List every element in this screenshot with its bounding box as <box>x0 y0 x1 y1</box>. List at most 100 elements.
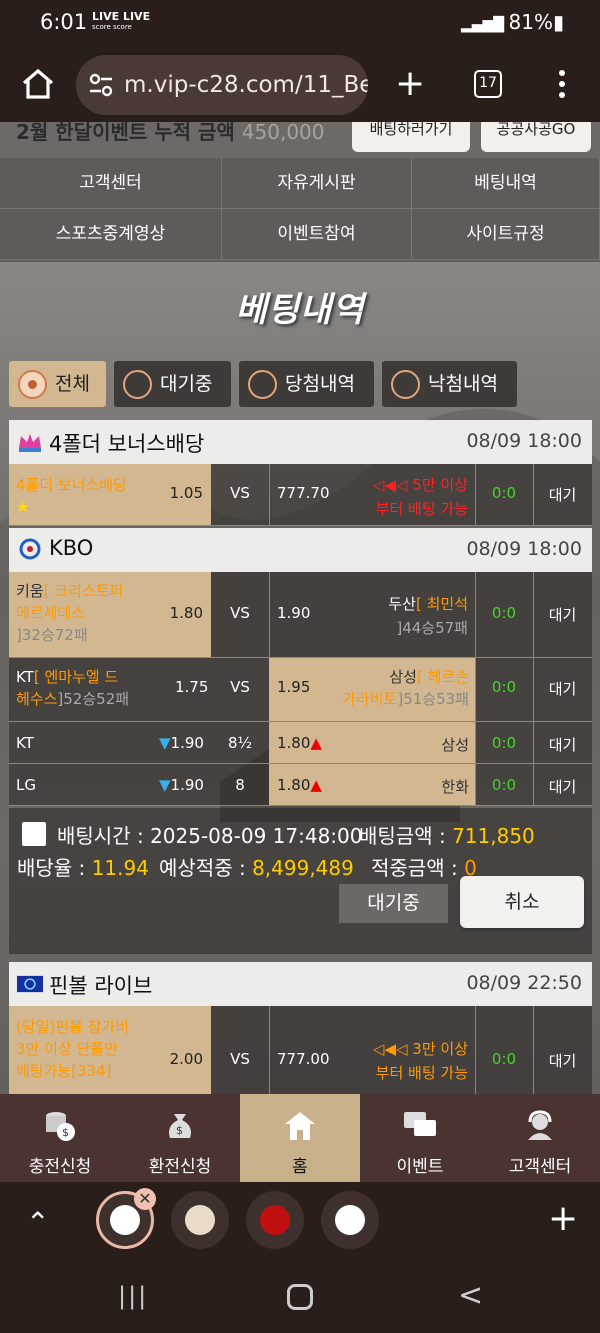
event-go-button[interactable]: 공공사공GO <box>481 122 591 152</box>
league-datetime: 08/09 18:00 <box>466 430 582 452</box>
radio-icon <box>248 370 277 399</box>
away-selection[interactable]: 1.95 삼성[ 헤르손 가라비토]51승53패 <box>269 658 475 721</box>
odds-value: 11.94 <box>91 856 149 880</box>
home-icon[interactable] <box>20 66 56 102</box>
away-pitcher-2: 가라비토 <box>342 690 398 708</box>
table-row: KT[ 엔마누엘 드 헤수스]52승52패 1.75 VS 1.95 삼성[ 헤… <box>9 658 592 722</box>
pending-status-button[interactable]: 대기중 <box>339 884 448 923</box>
home-pitcher-2: 메르세데스 <box>16 604 86 622</box>
status-badge: 대기 <box>548 486 577 504</box>
handicap-value: 8½ <box>227 734 253 752</box>
home-odd: 1.75 <box>175 678 209 696</box>
site-settings-icon[interactable] <box>88 73 114 97</box>
arrow-down-icon: ▼ <box>159 734 171 752</box>
away-note-2: 부터 배팅 가능 <box>375 1064 468 1082</box>
close-icon[interactable]: ✕ <box>134 1188 156 1210</box>
score: 0:0 <box>491 1050 517 1068</box>
home-pitcher: [ 크리스토퍼 <box>43 582 124 600</box>
divider <box>269 464 270 525</box>
nav-event[interactable]: 이벤트 <box>360 1094 480 1182</box>
clock: 6:01 <box>40 10 88 34</box>
tab-count-button[interactable]: 17 <box>474 70 502 98</box>
filter-all[interactable]: 전체 <box>9 361 106 407</box>
nav-bet-history[interactable]: 베팅내역 <box>412 158 600 209</box>
odds-rate: 배당율 : 11.94 <box>17 852 149 881</box>
away-odd: 1.80 <box>277 734 311 752</box>
home-record: ]52승52패 <box>57 690 130 708</box>
back-icon[interactable]: < <box>458 1278 483 1313</box>
away-selection[interactable]: 1.80▲ 삼성 <box>269 722 475 763</box>
url-bar[interactable]: m.vip-c28.com/11_Be <box>76 55 368 115</box>
filter-label: 당첨내역 <box>285 373 355 395</box>
home-odd: 1.90 <box>170 776 204 794</box>
more-vert-icon[interactable] <box>552 68 572 102</box>
handicap-value: 8 <box>235 776 245 794</box>
arrow-up-icon: ▲ <box>310 734 322 752</box>
nav-home[interactable]: 홈 <box>240 1094 360 1182</box>
nav-board[interactable]: 자유게시판 <box>222 158 412 209</box>
new-tab-plus-icon[interactable]: + <box>395 66 425 102</box>
table-row: (당일)핀볼 참가비 3만 이상 단폴만 배팅가능[334] 2.00 VS 7… <box>9 1006 592 1094</box>
go-bet-button[interactable]: 배팅하러가기 <box>352 122 470 152</box>
home-selection[interactable]: 4폴더 보너스배당 ★ 1.05 <box>9 464 211 525</box>
home-selection[interactable]: (당일)핀볼 참가비 3만 이상 단폴만 배팅가능[334] 2.00 <box>9 1006 211 1094</box>
nav-deposit[interactable]: $ 충전신청 <box>0 1094 120 1182</box>
event-amount: 450,000 <box>241 122 325 144</box>
tab-favicon[interactable] <box>171 1191 229 1249</box>
chevron-up-icon[interactable]: ⌃ <box>26 1206 49 1239</box>
plus-icon[interactable]: + <box>548 1198 578 1239</box>
score: 0:0 <box>491 604 517 622</box>
nav-label: 홈 <box>292 1157 308 1177</box>
home-line-1: (당일)핀볼 참가비 <box>16 1018 130 1036</box>
league-datetime: 08/09 22:50 <box>466 972 582 994</box>
page-title: 베팅내역 <box>235 290 365 330</box>
away-selection[interactable]: 1.80▲ 한화 <box>269 764 475 805</box>
nav-label: 고객센터 <box>508 1157 572 1177</box>
home-line-2: 3만 이상 단폴만 <box>16 1040 118 1058</box>
table-row: 4폴더 보너스배당 ★ 1.05 VS 777.70 ◁◀◁ 5만 이상 부터 … <box>9 464 592 526</box>
tab-favicon[interactable] <box>321 1191 379 1249</box>
system-nav-bar: ||| < <box>0 1260 600 1333</box>
nav-site-rules[interactable]: 사이트규정 <box>412 209 600 260</box>
home-odd: 1.80 <box>169 604 203 622</box>
filter-won[interactable]: 당첨내역 <box>239 361 374 407</box>
browser-tab-strip: ⌃ ✕ + <box>0 1182 600 1260</box>
nav-support[interactable]: 고객센터 <box>480 1094 600 1182</box>
event-text: 2월 한달이벤트 누적 금액 450,000 <box>16 122 325 145</box>
home-selection[interactable]: 키움[ 크리스토퍼 메르세데스 ]32승72패 1.80 <box>9 572 211 657</box>
home-pitcher-2: 헤수스 <box>16 690 58 708</box>
select-checkbox[interactable] <box>22 822 46 846</box>
win-label: 적중금액 : <box>371 856 458 880</box>
nav-event-join[interactable]: 이벤트참여 <box>222 209 412 260</box>
cancel-button[interactable]: 취소 <box>460 876 584 928</box>
filter-lost[interactable]: 낙첨내역 <box>382 361 517 407</box>
home-button-icon[interactable] <box>287 1284 313 1310</box>
radio-icon <box>123 370 152 399</box>
expected-win: 예상적중 : 8,499,489 <box>159 852 354 881</box>
radio-icon <box>391 370 420 399</box>
home-team: 키움 <box>16 582 44 600</box>
kbo-logo-icon <box>19 538 41 560</box>
svg-text:$: $ <box>176 1124 183 1137</box>
filter-pending[interactable]: 대기중 <box>114 361 231 407</box>
nav-withdraw[interactable]: $ 환전신청 <box>120 1094 240 1182</box>
bet-amount-label: 배팅금액 : <box>359 824 446 848</box>
nav-sports-stream[interactable]: 스포츠중계영상 <box>0 209 222 260</box>
home-odd: 1.05 <box>169 484 203 502</box>
vs-label: VS <box>230 604 250 622</box>
home-odd-wrap: ▼1.90 <box>159 734 204 752</box>
coins-icon: $ <box>46 1112 75 1141</box>
live-score-icon: LIVE LIVE score score <box>92 11 150 32</box>
recents-icon[interactable]: ||| <box>118 1282 148 1310</box>
away-team: 두산 <box>388 595 416 613</box>
vs-label: VS <box>230 678 250 696</box>
tab-favicon[interactable] <box>246 1191 304 1249</box>
table-row: 키움[ 크리스토퍼 메르세데스 ]32승72패 1.80 VS 1.90 두산[… <box>9 572 592 658</box>
table-row: LG ▼1.90 8 1.80▲ 한화 0:0 대기 <box>9 764 592 806</box>
nav-support[interactable]: 고객센터 <box>0 158 222 209</box>
home-info: 키움[ 크리스토퍼 메르세데스 ]32승72패 <box>16 580 123 646</box>
score: 0:0 <box>491 734 517 752</box>
filter-label: 대기중 <box>160 373 213 395</box>
site-favicon-icon <box>260 1205 290 1235</box>
status-bar: 6:01 LIVE LIVE score score ▂▄▆█ 81%▮ <box>0 0 600 48</box>
